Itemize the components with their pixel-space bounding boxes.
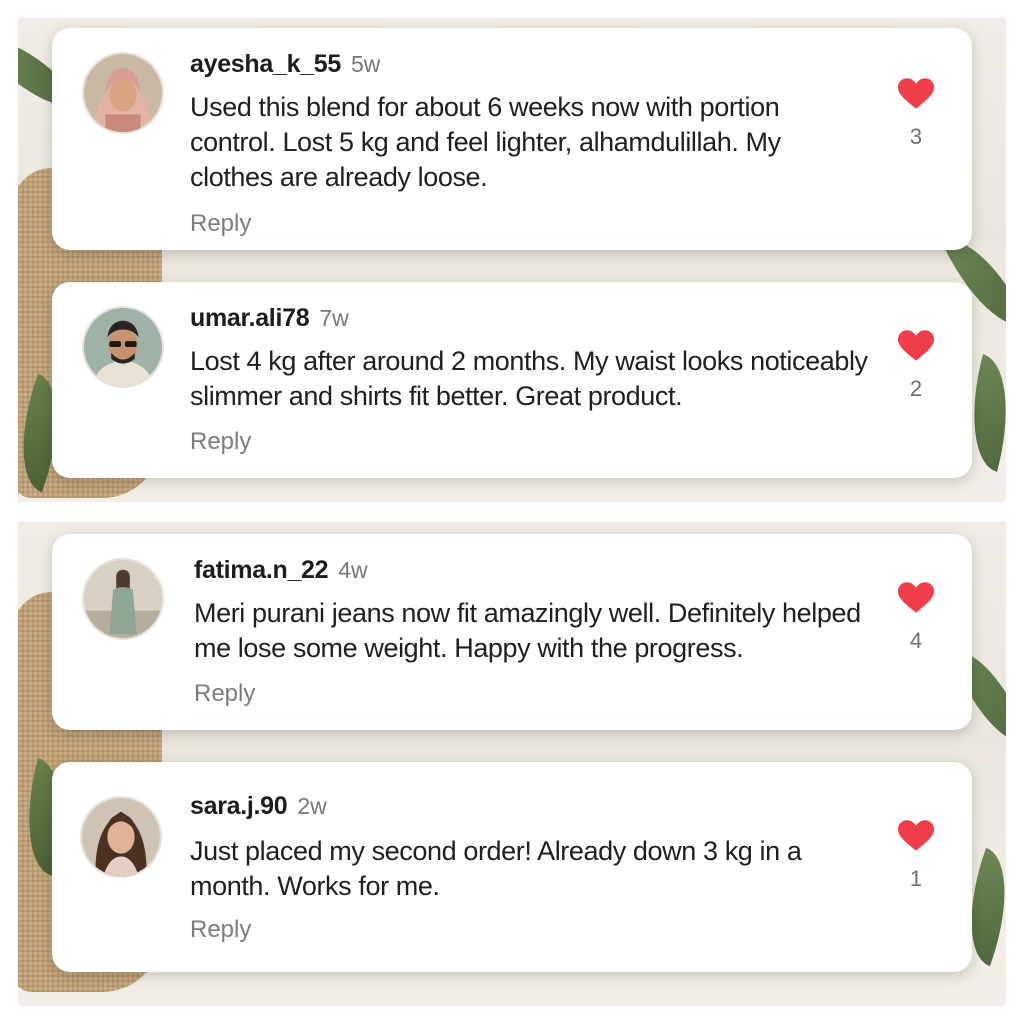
- heart-icon[interactable]: [898, 820, 934, 852]
- comment-card: ayesha_k_55 5w Used this blend for about …: [52, 28, 972, 250]
- comment-time: 2w: [297, 793, 327, 819]
- heart-icon[interactable]: [898, 582, 934, 614]
- comment-username[interactable]: sara.j.90: [190, 792, 288, 820]
- comment-card: umar.ali78 7w Lost 4 kg after around 2 mo…: [52, 282, 972, 478]
- like-count: 2: [909, 376, 923, 401]
- reply-button[interactable]: Reply: [190, 210, 251, 238]
- reply-button[interactable]: Reply: [190, 916, 251, 944]
- comment-text: Meri purani jeans now fit amazingly well…: [194, 598, 861, 663]
- woman-full-body-avatar[interactable]: [82, 558, 164, 640]
- comment-card: sara.j.90 2w Just placed my second order!…: [52, 762, 972, 972]
- comment-username[interactable]: fatima.n_22: [194, 556, 329, 584]
- woman-headscarf-avatar[interactable]: [82, 52, 164, 134]
- like-count: 3: [909, 124, 923, 149]
- comment-username[interactable]: ayesha_k_55: [190, 50, 341, 78]
- woman-portrait-avatar[interactable]: [80, 796, 162, 878]
- reply-button[interactable]: Reply: [190, 428, 251, 456]
- comment-text: Just placed my second order! Already dow…: [190, 836, 802, 901]
- heart-icon[interactable]: [898, 78, 934, 110]
- heart-icon[interactable]: [898, 330, 934, 362]
- reply-button[interactable]: Reply: [194, 680, 255, 708]
- like-count: 4: [909, 628, 923, 653]
- man-sunglasses-avatar[interactable]: [82, 306, 164, 388]
- comment-time: 7w: [319, 305, 349, 331]
- comment-text: Lost 4 kg after around 2 months. My wais…: [190, 346, 868, 411]
- comment-time: 5w: [351, 51, 381, 77]
- comment-text: Used this blend for about 6 weeks now wi…: [190, 92, 781, 192]
- comment-time: 4w: [338, 557, 368, 583]
- comment-card: fatima.n_22 4w Meri purani jeans now fit …: [52, 534, 972, 730]
- like-count: 1: [909, 866, 923, 891]
- comment-username[interactable]: umar.ali78: [190, 304, 310, 332]
